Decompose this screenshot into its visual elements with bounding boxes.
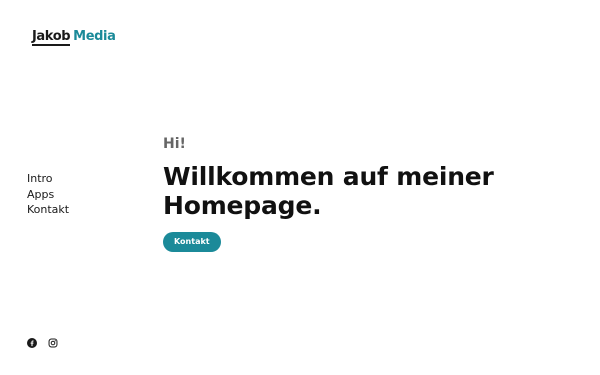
nav-item-intro[interactable]: Intro xyxy=(27,171,69,187)
social-links xyxy=(27,338,58,348)
hero-headline: Willkommen auf meiner Homepage. xyxy=(163,162,494,220)
page: Jakob Media Intro Apps Kontakt Hi! Willk… xyxy=(0,0,600,375)
nav-item-apps[interactable]: Apps xyxy=(27,187,69,203)
logo-text-jakob: Jakob xyxy=(32,29,71,46)
site-logo[interactable]: Jakob Media xyxy=(32,29,116,46)
facebook-icon[interactable] xyxy=(27,338,37,348)
main-navigation: Intro Apps Kontakt xyxy=(27,171,69,218)
hero-greeting: Hi! xyxy=(163,136,186,152)
instagram-icon[interactable] xyxy=(48,338,58,348)
logo-text-media: Media xyxy=(73,29,116,44)
nav-item-kontakt[interactable]: Kontakt xyxy=(27,202,69,218)
hero-section: Hi! Willkommen auf meiner Homepage. Kont… xyxy=(163,136,583,252)
kontakt-button[interactable]: Kontakt xyxy=(163,232,221,252)
